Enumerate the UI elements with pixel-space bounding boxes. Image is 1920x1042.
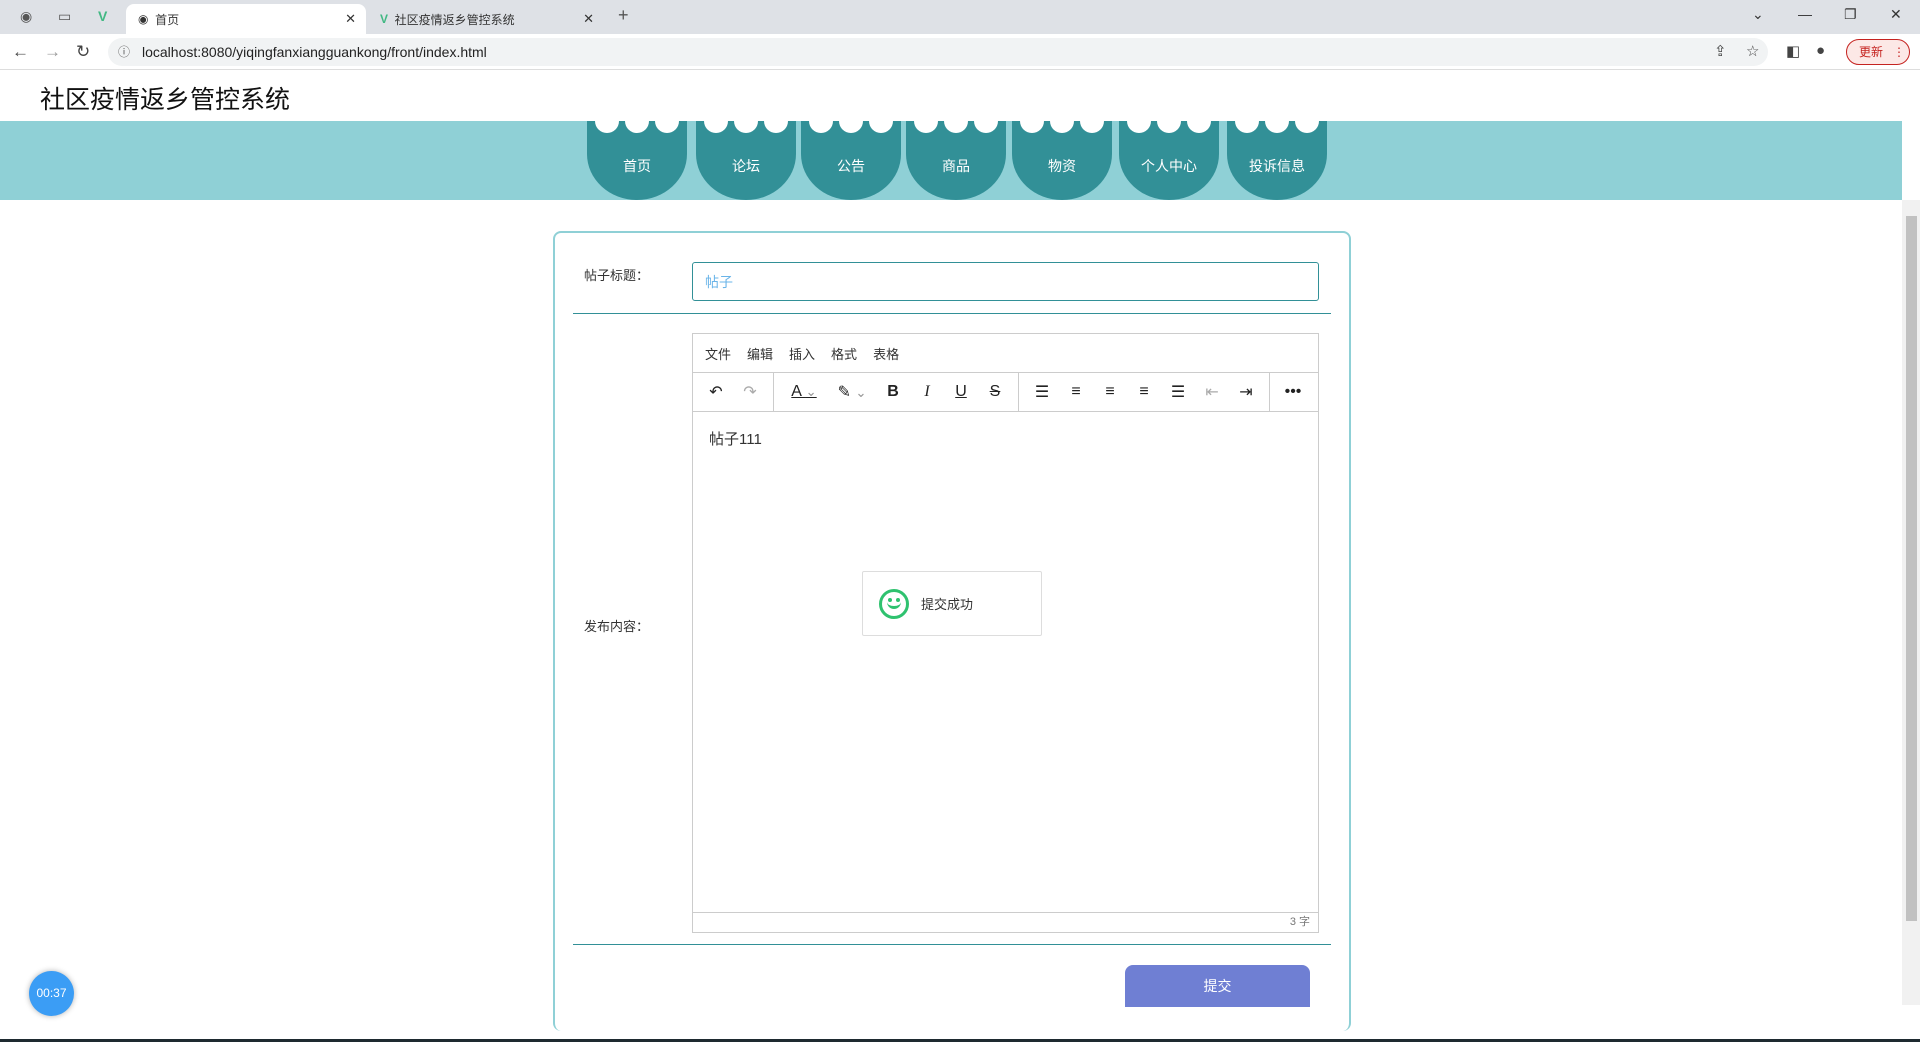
scallop-decoration [1127,121,1151,133]
scallop-decoration [734,121,758,133]
nav-label: 商品 [942,158,970,174]
redo-icon[interactable]: ↷ [733,382,767,402]
tab-system[interactable]: V 社区疫情返乡管控系统 ✕ [368,4,604,34]
toast-message: 提交成功 [921,597,974,612]
vue-icon: V [380,12,395,26]
pinned-tab-icon[interactable]: ▭ [58,8,71,25]
tab-label: 社区疫情返乡管控系统 [394,12,515,27]
smile-icon [879,588,909,619]
share-icon[interactable]: ⇪ [1714,42,1727,60]
divider [573,313,1331,314]
word-count: 3 字 [693,912,1318,932]
update-label: 更新 [1859,45,1884,59]
scrollbar-thumb[interactable] [1906,216,1917,921]
scallop-decoration [1265,121,1289,133]
scallop-decoration [809,121,833,133]
content-label: 发布内容： [584,619,650,634]
editor-menubar: 文件 编辑 插入 格式 表格 [693,334,1318,373]
tab-home[interactable]: ◉ 首页 ✕ [126,4,366,34]
new-tab-icon[interactable]: + [618,5,629,26]
scallop-decoration [595,121,619,133]
scallop-decoration [944,121,968,133]
success-toast: 提交成功 [862,571,1042,636]
nav-label: 公告 [837,158,865,174]
submit-button[interactable]: 提交 [1125,965,1310,1007]
site-title: 社区疫情返乡管控系统 [40,86,291,114]
minimize-icon[interactable]: — [1798,6,1812,22]
menu-icon: ⋮ [1886,45,1906,59]
reload-icon[interactable]: ↻ [76,42,90,62]
scallop-decoration [1235,121,1259,133]
menu-edit[interactable]: 编辑 [747,344,773,363]
scallop-decoration [764,121,788,133]
scallop-decoration [655,121,679,133]
align-right-icon[interactable]: ≡ [1127,383,1161,401]
close-icon[interactable]: ✕ [345,11,356,27]
url-input[interactable]: ⓘ localhost:8080/yiqingfanxiangguankong/f… [108,38,1768,66]
nav-label: 物资 [1048,158,1076,174]
scallop-decoration [1080,121,1104,133]
close-icon[interactable]: ✕ [583,11,594,27]
menu-insert[interactable]: 插入 [789,344,815,363]
nav-label: 首页 [623,158,651,174]
globe-icon[interactable]: ◉ [20,8,32,25]
back-icon[interactable]: ← [12,42,29,62]
scallop-decoration [839,121,863,133]
scallop-decoration [625,121,649,133]
italic-icon[interactable]: I [910,383,944,401]
browser-tab-bar: ◉ ▭ V ◉ 首页 ✕ V 社区疫情返乡管控系统 ✕ + ⌄ — ❐ ✕ [0,0,1920,34]
menu-file[interactable]: 文件 [705,344,731,363]
scallop-decoration [974,121,998,133]
text-color-icon[interactable]: A ⌄ [780,383,828,401]
undo-icon[interactable]: ↶ [699,382,733,402]
highlight-icon[interactable]: ✎ ⌄ [828,382,876,402]
restore-icon[interactable]: ❐ [1844,6,1857,23]
scallop-decoration [1157,121,1181,133]
align-center-icon[interactable]: ≡ [1093,383,1127,401]
divider [573,944,1331,945]
nav-label: 投诉信息 [1249,158,1305,174]
more-icon[interactable]: ••• [1276,383,1310,401]
menu-format[interactable]: 格式 [831,344,857,363]
vue-icon[interactable]: V [98,8,107,24]
scallop-decoration [914,121,938,133]
sidebar-icon[interactable]: ◧ [1786,42,1800,60]
bold-icon[interactable]: B [876,383,910,401]
scallop-decoration [704,121,728,133]
editor-content[interactable]: 帖子111 [693,412,1318,912]
star-icon[interactable]: ☆ [1746,42,1759,60]
menu-table[interactable]: 表格 [873,344,899,363]
underline-icon[interactable]: U [944,383,978,401]
scallop-decoration [1050,121,1074,133]
align-justify-icon[interactable]: ☰ [1161,382,1195,402]
tab-label: 首页 [155,12,180,27]
title-input[interactable] [692,262,1319,301]
strikethrough-icon[interactable]: S [978,383,1012,401]
line-height-icon[interactable]: ☰ [1025,382,1059,402]
profile-icon[interactable]: ● [1816,42,1825,59]
forward-icon[interactable]: → [44,42,61,62]
align-left-icon[interactable]: ≡ [1059,383,1093,401]
tab-search-icon[interactable]: ⌄ [1752,6,1764,23]
globe-icon: ◉ [138,12,156,26]
close-window-icon[interactable]: ✕ [1890,6,1902,23]
scallop-decoration [1295,121,1319,133]
outdent-icon[interactable]: ⇤ [1195,382,1229,402]
timer-badge[interactable]: 00:37 [29,971,74,1016]
indent-icon[interactable]: ⇥ [1229,382,1263,402]
address-bar: ← → ↻ ⓘ localhost:8080/yiqingfanxiangguan… [0,34,1920,70]
info-icon: ⓘ [118,45,131,59]
scrollbar[interactable] [1902,200,1920,1005]
nav-label: 论坛 [732,158,760,174]
nav-label: 个人中心 [1141,158,1197,174]
title-label: 帖子标题： [584,268,650,283]
update-button[interactable]: 更新 ⋮ [1846,39,1910,65]
url-text: localhost:8080/yiqingfanxiangguankong/fr… [142,44,487,60]
scallop-decoration [1187,121,1211,133]
scallop-decoration [1020,121,1044,133]
editor-toolbar: ↶ ↷ A ⌄ ✎ ⌄ B I U S ☰ ≡ ≡ ≡ ☰ ⇤ ⇥ ••• [693,373,1318,412]
scallop-decoration [869,121,893,133]
